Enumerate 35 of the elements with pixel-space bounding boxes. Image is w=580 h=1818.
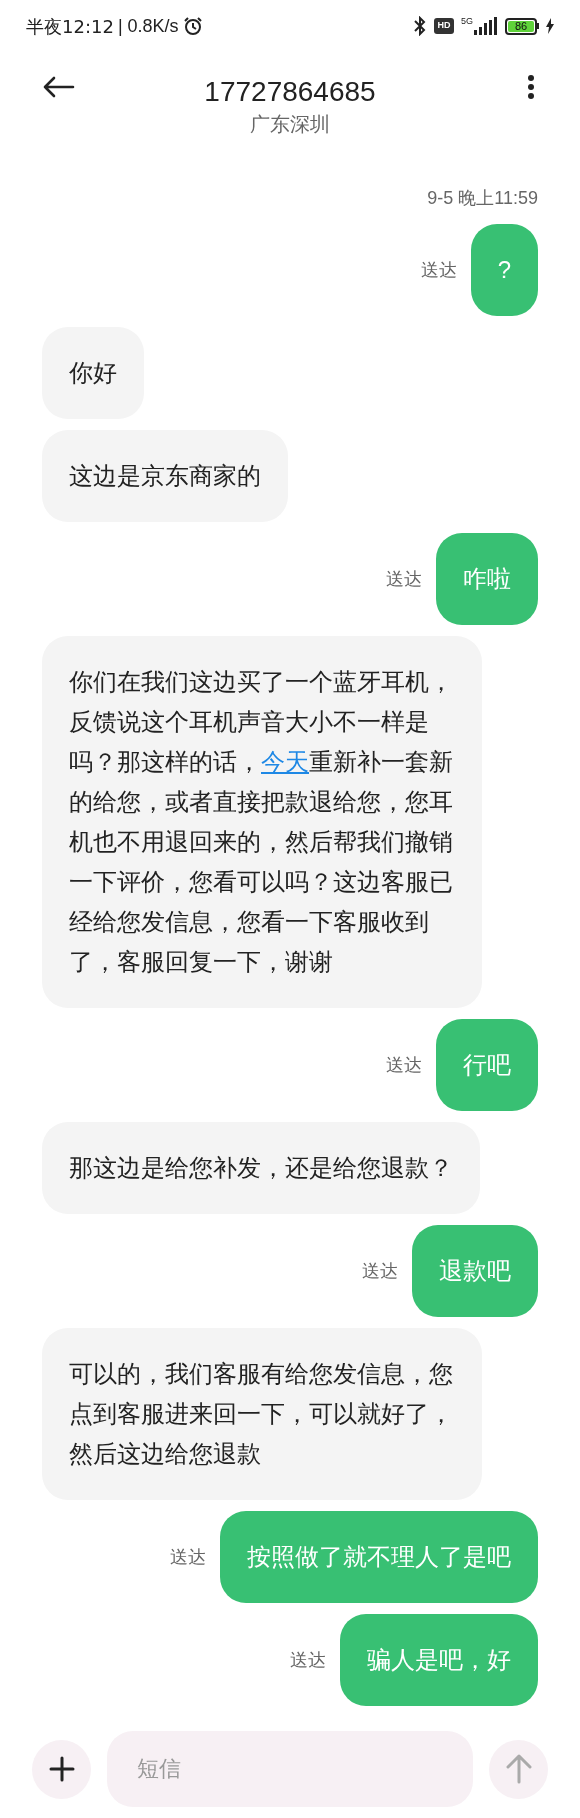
network-speed: | 0.8K/s bbox=[117, 14, 179, 38]
delivery-status: 送达 bbox=[170, 1545, 206, 1569]
received-message-bubble: 你们在我们这边买了一个蓝牙耳机，反馈说这个耳机声音大小不一样是吗？那这样的话，今天重新补一套新的给您，或者直接把款退给您，您耳机也不用退回来的，然后帮我们撤销一下评价，您看可以吗？这边客服已经给您发信息，您看一下客服收到了，客服回复一下，谢谢 bbox=[42, 636, 482, 1008]
up-arrow-icon bbox=[505, 1754, 532, 1784]
contact-number: 17727864685 bbox=[204, 75, 376, 109]
charging-icon bbox=[546, 18, 554, 34]
delivery-status: 送达 bbox=[420, 258, 457, 282]
delivery-status: 送达 bbox=[386, 1053, 422, 1077]
sent-message-bubble: 骗人是吧，好 bbox=[340, 1614, 538, 1706]
delivery-status: 送达 bbox=[386, 567, 422, 591]
delivery-status: 送达 bbox=[362, 1259, 398, 1283]
sent-message-bubble: 按照做了就不理人了是吧 bbox=[220, 1511, 538, 1603]
bluetooth-icon bbox=[413, 16, 427, 36]
network-type: 5G bbox=[461, 17, 473, 26]
alarm-icon bbox=[182, 16, 203, 36]
message-timestamp: 9-5 晚上11:59 bbox=[427, 187, 538, 210]
received-message-bubble: 这边是京东商家的 bbox=[42, 430, 288, 522]
sent-message-bubble: 行吧 bbox=[436, 1019, 538, 1111]
message-input-field[interactable]: 短信 bbox=[107, 1731, 473, 1807]
plus-icon bbox=[48, 1756, 75, 1782]
delivery-status: 送达 bbox=[290, 1648, 326, 1672]
signal-icon bbox=[474, 17, 498, 35]
received-message-bubble: 那这边是给您补发，还是给您退款？ bbox=[42, 1122, 480, 1214]
sent-message-bubble: ? bbox=[470, 224, 538, 316]
date-link[interactable]: 今天 bbox=[261, 748, 309, 775]
sent-message-bubble: 退款吧 bbox=[412, 1225, 538, 1317]
back-arrow-icon[interactable] bbox=[43, 76, 75, 98]
received-message-bubble: 可以的，我们客服有给您发信息，您点到客服进来回一下，可以就好了，然后这边给您退款 bbox=[42, 1328, 482, 1500]
hd-badge: HD bbox=[434, 18, 454, 34]
sent-message-bubble: 咋啦 bbox=[436, 533, 538, 625]
more-options-icon[interactable] bbox=[527, 74, 535, 100]
battery-level: 86 bbox=[508, 20, 534, 32]
status-time: 半夜12:12 bbox=[26, 14, 114, 39]
contact-location: 广东深圳 bbox=[250, 112, 330, 137]
received-message-bubble: 你好 bbox=[42, 327, 144, 419]
